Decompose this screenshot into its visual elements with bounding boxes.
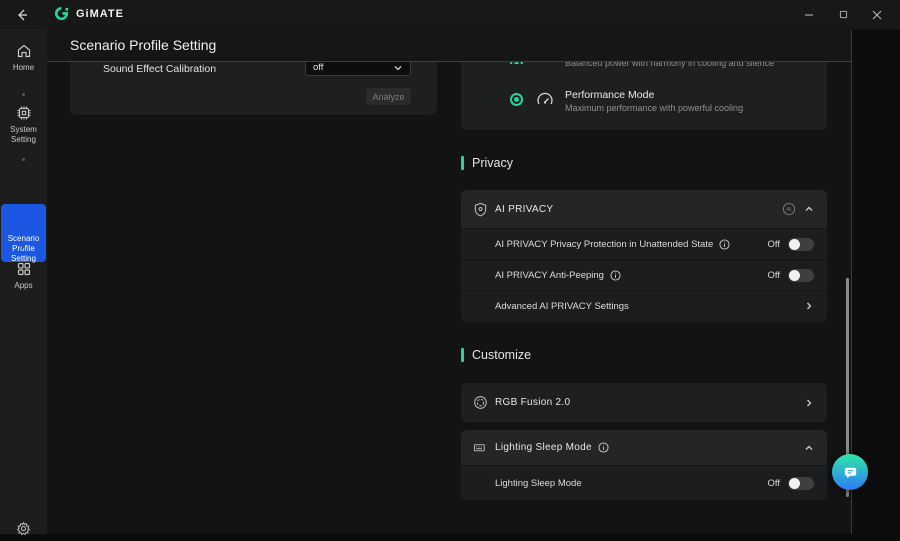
privacy-row-unattended: AI PRIVACY Privacy Protection in Unatten…	[461, 228, 827, 259]
chevron-up-icon[interactable]	[804, 204, 814, 214]
title-bar: GiMATE	[0, 0, 900, 29]
performance-mode-title[interactable]: Performance Mode	[565, 89, 654, 101]
privacy-section-header: Privacy	[461, 156, 513, 170]
ai-privacy-card-title: AI PRIVACY	[495, 204, 553, 215]
ai-privacy-card: AI PRIVACY AI AI PRIVACY Privacy Protect…	[461, 190, 827, 322]
sound-calibration-card: Sound Effect Calibration off Analyze	[70, 62, 437, 115]
performance-mode-radio[interactable]	[510, 93, 523, 106]
customize-section-title: Customize	[472, 348, 531, 362]
rgb-fusion-label: RGB Fusion 2.0	[495, 397, 570, 408]
back-arrow-icon[interactable]	[14, 7, 30, 23]
chat-bubble-icon	[842, 464, 859, 481]
balanced-mode-subtitle: Balanced power with harmony in cooling a…	[565, 62, 774, 68]
page-header: Scenario Profile Setting	[47, 29, 851, 62]
ai-privacy-card-header[interactable]: AI PRIVACY AI	[461, 190, 827, 228]
sidebar-separator-dot	[22, 245, 25, 248]
rgb-fusion-card[interactable]: RGB Fusion 2.0	[461, 383, 827, 422]
section-accent-bar	[461, 348, 464, 362]
info-icon[interactable]	[598, 442, 609, 453]
privacy-section-title: Privacy	[472, 156, 513, 170]
home-icon	[16, 43, 32, 59]
sidebar-separator-dot	[22, 158, 25, 161]
page-title: Scenario Profile Setting	[70, 37, 216, 53]
chevron-down-icon	[393, 63, 403, 73]
sidebar-item-home[interactable]: Home	[0, 43, 47, 73]
info-icon[interactable]	[610, 270, 621, 281]
chevron-right-icon	[804, 301, 814, 311]
chevron-right-icon	[804, 398, 814, 408]
balanced-mode-radio[interactable]	[510, 62, 523, 64]
privacy-row-advanced[interactable]: Advanced AI PRIVACY Settings	[461, 290, 827, 321]
main-area: Scenario Profile Setting Sound Effect Ca…	[47, 29, 900, 534]
sidebar-item-system-setting[interactable]: System Setting	[0, 105, 47, 145]
mode-selection-card: Balanced power with harmony in cooling a…	[461, 62, 827, 130]
privacy-row-label: AI PRIVACY Privacy Protection in Unatten…	[495, 239, 713, 250]
lighting-sleep-card-header[interactable]: Lighting Sleep Mode	[461, 430, 827, 465]
performance-mode-subtitle: Maximum performance with powerful coolin…	[565, 103, 743, 113]
customize-section-header: Customize	[461, 348, 531, 362]
gimate-logo-icon	[54, 6, 69, 21]
app-title: GiMATE	[76, 8, 124, 20]
close-button[interactable]	[860, 0, 894, 29]
svg-text:AI: AI	[787, 207, 792, 213]
anti-peeping-toggle[interactable]	[788, 269, 814, 282]
lighting-sleep-row: Lighting Sleep Mode Off	[461, 465, 827, 500]
sidebar-item-label: System Setting	[0, 125, 47, 145]
lighting-sleep-toggle[interactable]	[788, 477, 814, 490]
minimize-button[interactable]	[792, 0, 826, 29]
privacy-row-anti-peeping: AI PRIVACY Anti-Peeping Off	[461, 259, 827, 290]
maximize-button[interactable]	[826, 0, 860, 29]
sidebar-item-label: Home	[13, 63, 34, 73]
keyboard-sleep-icon	[473, 440, 488, 455]
sidebar-item-label: Scenario Profile Setting	[1, 234, 46, 264]
ai-badge-icon: AI	[782, 202, 796, 216]
sidebar-item-apps[interactable]: Apps	[0, 261, 47, 291]
shield-icon	[473, 202, 488, 217]
apps-grid-icon	[16, 261, 32, 277]
privacy-row-label: AI PRIVACY Anti-Peeping	[495, 270, 604, 281]
toggle-state-label: Off	[768, 270, 781, 281]
sound-calibration-label: Sound Effect Calibration	[103, 63, 216, 75]
rgb-fusion-icon	[473, 395, 488, 410]
chip-icon	[16, 105, 32, 121]
section-accent-bar	[461, 156, 464, 170]
lighting-sleep-card-title: Lighting Sleep Mode	[495, 442, 592, 453]
sidebar: Home System Setting Scenario Profile Set…	[0, 29, 47, 534]
dropdown-value: off	[313, 62, 323, 73]
lighting-sleep-row-label: Lighting Sleep Mode	[495, 478, 582, 489]
sound-calibration-dropdown[interactable]: off	[305, 62, 411, 76]
sidebar-item-label: Apps	[14, 281, 32, 291]
toggle-state-label: Off	[768, 478, 781, 489]
info-icon[interactable]	[719, 239, 730, 250]
toggle-state-label: Off	[768, 239, 781, 250]
chevron-up-icon[interactable]	[804, 443, 814, 453]
sidebar-item-scenario-profile-setting[interactable]: Scenario Profile Setting	[1, 204, 46, 262]
analyze-button[interactable]: Analyze	[366, 88, 411, 105]
lighting-sleep-card: Lighting Sleep Mode Lighting Sleep Mode …	[461, 430, 827, 500]
scroll-content: Sound Effect Calibration off Analyze Bal…	[47, 62, 851, 534]
advanced-settings-label: Advanced AI PRIVACY Settings	[495, 301, 629, 312]
chat-assistant-button[interactable]	[832, 454, 868, 490]
gauge-icon	[536, 91, 554, 109]
unattended-protection-toggle[interactable]	[788, 238, 814, 251]
sidebar-separator-dot	[22, 93, 25, 96]
